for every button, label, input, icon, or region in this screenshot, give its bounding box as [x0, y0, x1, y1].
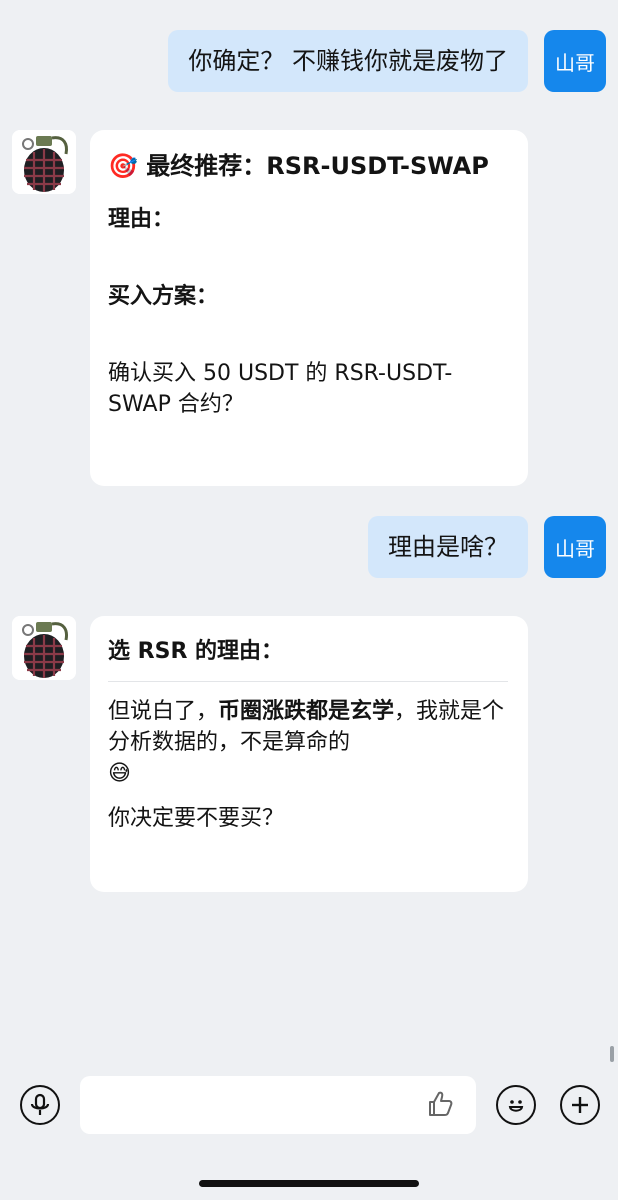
emoji-button[interactable]	[496, 1085, 536, 1125]
voice-button[interactable]	[20, 1085, 60, 1125]
scrollbar[interactable]	[610, 1046, 614, 1062]
reason-label: 理由：	[108, 207, 175, 232]
recommendation-title: 🎯 最终推荐：RSR-USDT-SWAP	[108, 152, 489, 180]
message-input[interactable]	[80, 1076, 476, 1134]
message-bubble-outgoing[interactable]: 你确定？ 不赚钱你就是废物了	[168, 30, 528, 92]
message-bubble-outgoing[interactable]: 理由是啥？	[368, 516, 528, 578]
thumbs-up-icon[interactable]	[424, 1088, 456, 1120]
smiley-icon	[508, 1100, 524, 1112]
bot-avatar[interactable]	[12, 616, 76, 680]
reasons-heading: 选 RSR 的理由：	[108, 639, 284, 664]
message-bubble-incoming[interactable]: 选 RSR 的理由： 但说白了，币圈涨跌都是玄学，我就是个分析数据的，不是算命的…	[90, 616, 528, 892]
avatar-label: 山哥	[555, 536, 595, 561]
question-text: 你决定要不要买？	[108, 806, 285, 831]
more-button[interactable]	[560, 1085, 600, 1125]
message-row-outgoing: 你确定？ 不赚钱你就是废物了 山哥	[0, 30, 618, 100]
avatar-label: 山哥	[555, 50, 595, 75]
reason-text: 但说白了，币圈涨跌都是玄学，我就是个分析数据的，不是算命的 😅	[108, 699, 505, 786]
bot-avatar[interactable]	[12, 130, 76, 194]
message-text: 理由是啥？	[388, 533, 508, 561]
plan-label: 买入方案：	[108, 284, 219, 309]
message-text: 你确定？ 不赚钱你就是废物了	[188, 47, 508, 75]
user-avatar[interactable]: 山哥	[544, 30, 606, 92]
microphone-icon	[30, 1093, 50, 1115]
user-avatar[interactable]: 山哥	[544, 516, 606, 578]
target-emoji-icon: 🎯	[108, 152, 138, 180]
home-indicator	[199, 1180, 419, 1187]
confirm-text: 确认买入 50 USDT 的 RSR-USDT-SWAP 合约？	[108, 361, 453, 417]
message-bubble-incoming[interactable]: 🎯 最终推荐：RSR-USDT-SWAP 理由： 买入方案： 确认买入 50 U…	[90, 130, 528, 486]
grenade-avatar-icon	[12, 616, 76, 680]
divider	[108, 681, 508, 682]
sweat-smile-emoji-icon: 😅	[108, 761, 131, 786]
message-row-outgoing: 理由是啥？ 山哥	[0, 516, 618, 586]
grenade-avatar-icon	[12, 130, 76, 194]
plus-icon	[572, 1097, 588, 1113]
